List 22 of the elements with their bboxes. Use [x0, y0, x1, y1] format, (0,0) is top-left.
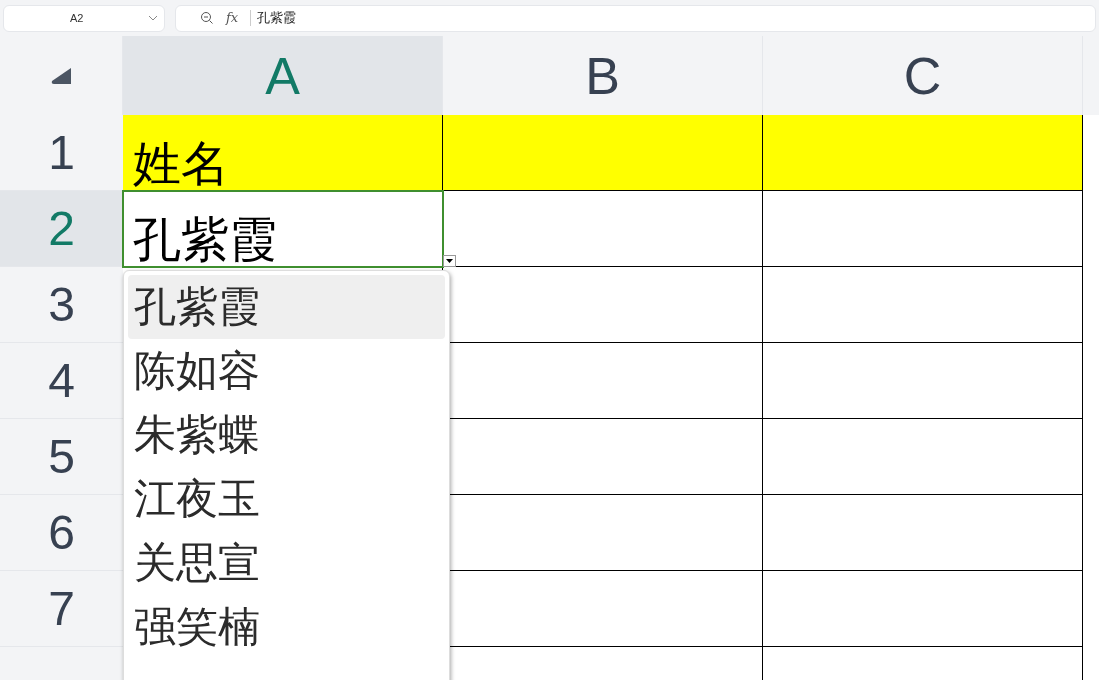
name-box[interactable]: A2 [3, 4, 165, 32]
dropdown-item[interactable]: 孔紫霞 [128, 275, 445, 339]
select-all-icon[interactable] [50, 66, 72, 85]
zoom-out-icon[interactable] [200, 11, 214, 25]
row-header[interactable]: 3 [0, 267, 123, 343]
row-header[interactable]: 2 [0, 191, 123, 267]
column-header[interactable]: B [443, 36, 763, 115]
row-header[interactable]: 6 [0, 495, 123, 571]
formula-bar[interactable]: fx 孔紫霞 [175, 4, 1096, 32]
row-header[interactable]: 4 [0, 343, 123, 419]
caret-down-icon [446, 259, 453, 263]
row-header[interactable]: 1 [0, 115, 123, 191]
formula-text[interactable]: 孔紫霞 [257, 8, 297, 28]
column-header[interactable]: A [123, 36, 443, 115]
row-header[interactable]: 5 [0, 419, 123, 495]
chevron-down-icon [148, 15, 158, 21]
dropdown-button[interactable] [443, 255, 456, 267]
function-button[interactable]: fx [226, 8, 239, 28]
row-header[interactable]: 7 [0, 571, 123, 647]
column-header[interactable]: C [763, 36, 1083, 115]
cell-reference: A2 [70, 10, 84, 26]
table-cell: 姓名 [123, 115, 443, 191]
